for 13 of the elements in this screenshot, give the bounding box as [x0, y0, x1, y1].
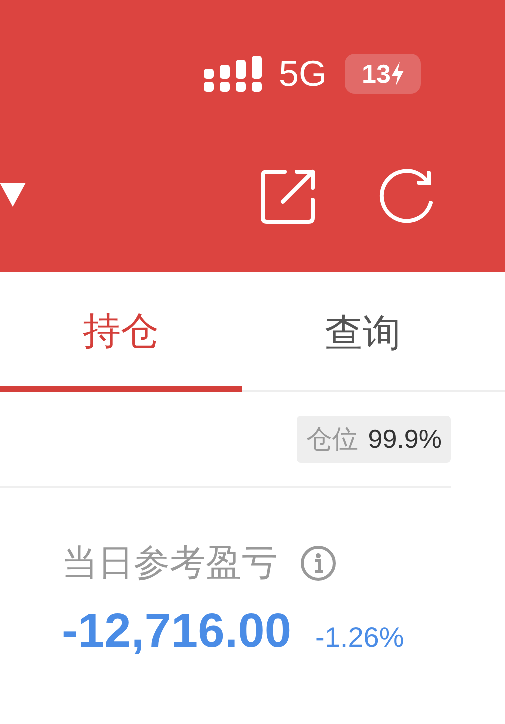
pnl-label: 当日参考盈亏	[62, 541, 278, 585]
network-label: 5G	[278, 56, 327, 92]
battery-level: 13	[362, 61, 391, 87]
position-label: 仓位	[306, 422, 358, 456]
tab[interactable]: 持仓	[0, 272, 242, 392]
pnl-percent: -1.26%	[316, 624, 404, 652]
share-icon[interactable]	[261, 168, 317, 224]
tab[interactable]: 查询	[242, 272, 484, 390]
signal-icon	[204, 56, 263, 92]
info-icon[interactable]	[300, 544, 337, 582]
bolt-icon	[390, 62, 405, 86]
pnl-value: -12,716.00	[62, 608, 292, 656]
position-value: 99.9%	[368, 422, 442, 456]
